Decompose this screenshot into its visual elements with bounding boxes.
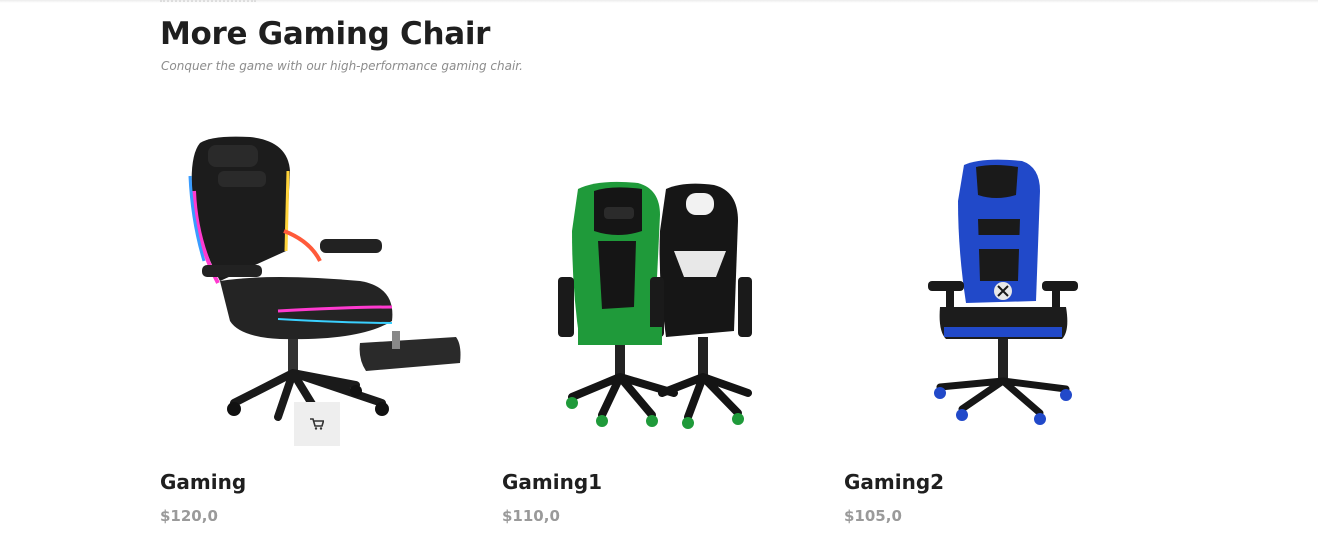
product-price: $105,0 — [844, 507, 902, 525]
product-image-3[interactable] — [844, 131, 1156, 447]
top-divider — [160, 0, 256, 4]
product-image-2[interactable] — [502, 131, 814, 447]
add-to-cart-button[interactable] — [294, 402, 340, 446]
product-card-2[interactable]: Gaming1 $110,0 — [502, 131, 814, 541]
product-name[interactable]: Gaming1 — [502, 470, 602, 494]
gaming-chair-green-icon — [558, 181, 752, 429]
product-name[interactable]: Gaming2 — [844, 470, 944, 494]
gaming-chair-blue-icon — [928, 159, 1078, 425]
section-subtitle: Conquer the game with our high-performan… — [161, 59, 523, 73]
cart-icon — [310, 418, 324, 430]
gaming-chair-rgb-icon — [160, 131, 472, 447]
product-card-3[interactable]: Gaming2 $105,0 — [844, 131, 1156, 541]
product-price: $120,0 — [160, 507, 218, 525]
section-title: More Gaming Chair — [160, 16, 491, 52]
product-card-1[interactable]: Gaming $120,0 — [160, 131, 472, 541]
product-price: $110,0 — [502, 507, 560, 525]
product-image-1[interactable] — [160, 131, 472, 447]
product-name[interactable]: Gaming — [160, 470, 246, 494]
